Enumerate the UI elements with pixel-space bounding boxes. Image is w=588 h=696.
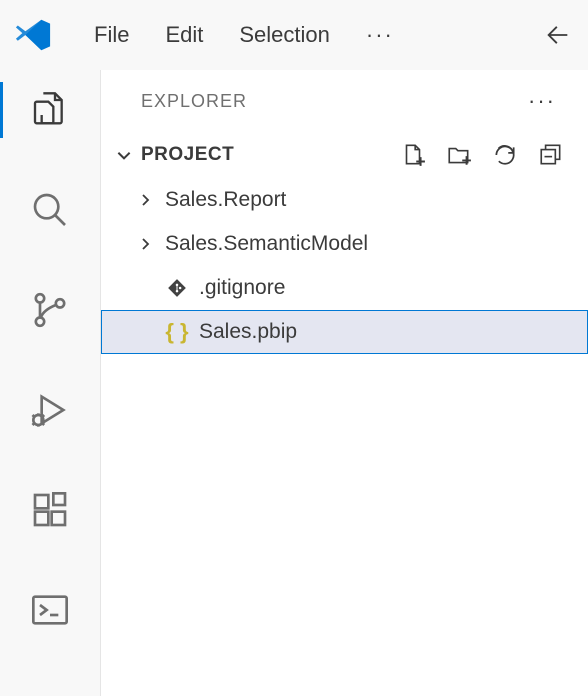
activity-terminal[interactable]: [24, 584, 76, 636]
chevron-down-icon: [113, 144, 135, 166]
tree-label: Sales.SemanticModel: [165, 232, 368, 256]
tree-label: Sales.pbip: [199, 320, 297, 344]
sidebar: EXPLORER ··· PROJECT: [100, 70, 588, 696]
json-file-icon: { }: [165, 319, 189, 345]
activity-source-control[interactable]: [24, 284, 76, 336]
file-tree: Sales.Report Sales.SemanticModel .gitign…: [101, 178, 588, 354]
tree-label: .gitignore: [199, 276, 285, 300]
activity-explorer[interactable]: [24, 84, 76, 136]
project-section-title: PROJECT: [141, 144, 234, 166]
activity-run-debug[interactable]: [24, 384, 76, 436]
back-arrow-icon[interactable]: [542, 19, 574, 51]
new-file-icon[interactable]: [398, 140, 428, 170]
sidebar-header: EXPLORER ···: [101, 70, 588, 132]
titlebar: File Edit Selection ···: [0, 0, 588, 70]
refresh-icon[interactable]: [490, 140, 520, 170]
menu-selection[interactable]: Selection: [225, 18, 344, 52]
tree-folder-sales-report[interactable]: Sales.Report: [101, 178, 588, 222]
sidebar-more-icon[interactable]: ···: [528, 88, 556, 114]
activitybar: [0, 70, 100, 696]
sidebar-title: EXPLORER: [141, 91, 247, 112]
menu-edit[interactable]: Edit: [151, 18, 217, 52]
chevron-right-icon: [135, 236, 155, 252]
new-folder-icon[interactable]: [444, 140, 474, 170]
menu-more-icon[interactable]: ···: [352, 18, 408, 52]
git-file-icon: [165, 278, 189, 298]
collapse-all-icon[interactable]: [536, 140, 566, 170]
tree-file-sales-pbip[interactable]: { } Sales.pbip: [101, 310, 588, 354]
tree-folder-sales-semanticmodel[interactable]: Sales.SemanticModel: [101, 222, 588, 266]
activity-search[interactable]: [24, 184, 76, 236]
menu-file[interactable]: File: [80, 18, 143, 52]
tree-file-gitignore[interactable]: .gitignore: [101, 266, 588, 310]
tree-label: Sales.Report: [165, 188, 286, 212]
chevron-right-icon: [135, 192, 155, 208]
project-section-header[interactable]: PROJECT: [101, 132, 588, 178]
body-area: EXPLORER ··· PROJECT: [0, 70, 588, 696]
activity-extensions[interactable]: [24, 484, 76, 536]
vscode-logo-icon: [14, 16, 52, 54]
